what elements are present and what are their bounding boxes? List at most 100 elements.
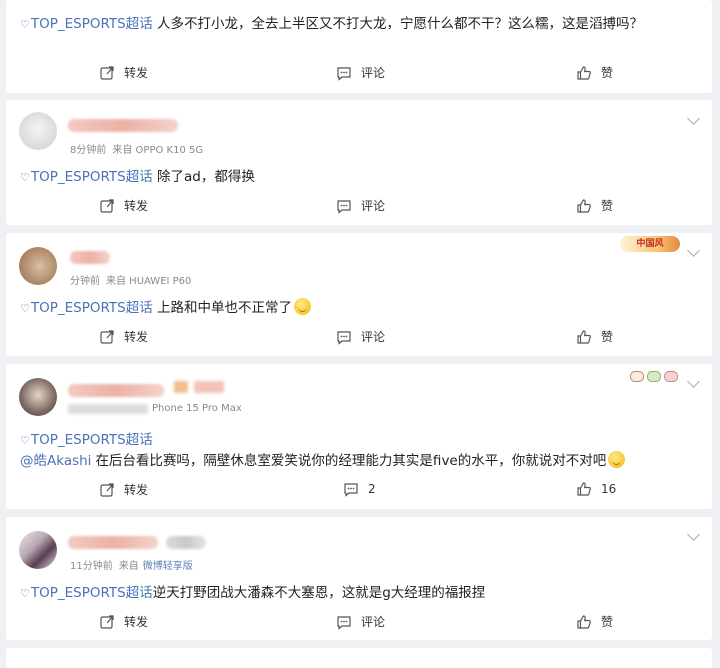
source-redacted bbox=[68, 404, 148, 414]
comment-card: ♡TOP_ESPORTS超话 人多不打小龙，全去上半区又不打大龙，宁愿什么都不干… bbox=[6, 0, 712, 93]
like-label: 赞 bbox=[601, 330, 614, 344]
diamond-icon: ♡ bbox=[20, 587, 30, 600]
comment-source-prefix: 来自 bbox=[118, 561, 139, 572]
mention-link[interactable]: @皓Akashi bbox=[20, 453, 91, 469]
comment-body: 在后台看比赛吗，隔壁休息室爱笑说你的经理能力其实是five的水平，你就说对不对吧 bbox=[95, 453, 607, 469]
comment-count: 2 bbox=[368, 482, 376, 496]
comment-text: ♡TOP_ESPORTS超话 上路和中单也不正常了 bbox=[20, 298, 698, 319]
comment-meta: Phone 15 Pro Max bbox=[152, 403, 242, 414]
comment-text: ♡TOP_ESPORTS超话 除了ad，都得换 bbox=[20, 167, 698, 188]
comment-text: ♡TOP_ESPORTS超话逆天打野团战大潘森不大塞恩，这就是g大经理的福报捏 bbox=[20, 583, 698, 604]
badge-group bbox=[630, 371, 678, 382]
like-icon bbox=[577, 198, 591, 213]
comment-meta: 8分钟前 来自 OPPO K10 5G bbox=[70, 141, 203, 156]
repost-button[interactable]: 转发 bbox=[99, 481, 148, 498]
comment-card: Phone 15 Pro Max ♡TOP_ESPORTS超话 @皓Akashi… bbox=[6, 364, 712, 509]
diamond-icon: ♡ bbox=[20, 171, 30, 184]
username-redacted[interactable] bbox=[68, 119, 178, 132]
username-redacted-extra bbox=[174, 381, 188, 393]
comment-label: 评论 bbox=[361, 199, 386, 213]
like-label: 赞 bbox=[601, 66, 614, 80]
avatar[interactable] bbox=[19, 378, 57, 416]
comment-card-partial bbox=[6, 648, 712, 668]
comment-source: Phone 15 Pro Max bbox=[152, 403, 242, 414]
repost-button[interactable]: 转发 bbox=[99, 64, 148, 81]
comment-icon bbox=[337, 330, 351, 345]
badge-icon bbox=[664, 371, 678, 382]
topic-link[interactable]: ♡TOP_ESPORTS超话 bbox=[20, 432, 153, 448]
repost-button[interactable]: 转发 bbox=[99, 613, 148, 630]
avatar[interactable] bbox=[19, 247, 57, 285]
comment-button[interactable]: 评论 bbox=[336, 197, 385, 214]
repost-icon bbox=[100, 198, 114, 213]
comment-source: 来自 OPPO K10 5G bbox=[112, 145, 204, 156]
smile-emoji-icon bbox=[294, 298, 312, 315]
like-button[interactable]: 16 bbox=[576, 481, 616, 497]
comment-card: 分钟前 来自 HUAWEI P60 中国风 ♡TOP_ESPORTS超话 上路和中… bbox=[6, 233, 712, 356]
badge-icon bbox=[630, 371, 644, 382]
laugh-emoji-icon bbox=[608, 451, 626, 468]
comment-icon bbox=[337, 199, 351, 214]
repost-icon bbox=[100, 65, 114, 80]
like-icon bbox=[577, 614, 591, 629]
repost-button[interactable]: 转发 bbox=[99, 197, 148, 214]
repost-button[interactable]: 转发 bbox=[99, 328, 148, 345]
repost-label: 转发 bbox=[124, 483, 149, 497]
topic-link[interactable]: ♡TOP_ESPORTS超话 bbox=[20, 585, 153, 601]
like-icon bbox=[577, 482, 591, 496]
like-icon bbox=[577, 329, 591, 344]
comment-text: ♡TOP_ESPORTS超话 人多不打小龙，全去上半区又不打大龙，宁愿什么都不干… bbox=[20, 14, 688, 35]
chevron-down-icon[interactable] bbox=[687, 528, 700, 541]
like-label: 赞 bbox=[601, 615, 614, 629]
fan-medal-badge: 中国风 bbox=[620, 236, 680, 252]
like-button[interactable]: 赞 bbox=[576, 197, 613, 214]
comment-body: 人多不打小龙，全去上半区又不打大龙，宁愿什么都不干？这么糯，这是滔搏吗？ bbox=[157, 16, 644, 32]
repost-icon bbox=[100, 329, 114, 344]
comment-button[interactable]: 评论 bbox=[336, 328, 385, 345]
like-count: 16 bbox=[601, 482, 617, 496]
comment-card: 8分钟前 来自 OPPO K10 5G ♡TOP_ESPORTS超话 除了ad，都… bbox=[6, 100, 712, 225]
diamond-icon: ♡ bbox=[20, 302, 30, 315]
like-button[interactable]: 赞 bbox=[576, 64, 613, 81]
topic-link[interactable]: ♡TOP_ESPORTS超话 bbox=[20, 169, 153, 185]
username-redacted[interactable] bbox=[70, 251, 110, 264]
like-label: 赞 bbox=[601, 199, 614, 213]
like-button[interactable]: 赞 bbox=[576, 613, 613, 630]
comment-button[interactable]: 评论 bbox=[336, 613, 385, 630]
repost-label: 转发 bbox=[124, 199, 149, 213]
comment-time: 8分钟前 bbox=[70, 145, 107, 156]
comment-button[interactable]: 2 bbox=[343, 481, 376, 497]
avatar[interactable] bbox=[19, 112, 57, 150]
topic-link[interactable]: ♡TOP_ESPORTS超话 bbox=[20, 300, 153, 316]
repost-label: 转发 bbox=[124, 330, 149, 344]
comment-body: 除了ad，都得换 bbox=[157, 169, 255, 185]
chevron-down-icon[interactable] bbox=[687, 244, 700, 257]
diamond-icon: ♡ bbox=[20, 18, 30, 31]
comment-source: 来自 HUAWEI P60 bbox=[106, 276, 192, 287]
chevron-down-icon[interactable] bbox=[687, 375, 700, 388]
topic-link[interactable]: ♡TOP_ESPORTS超话 bbox=[20, 16, 153, 32]
comment-source[interactable]: 微博轻享版 bbox=[143, 561, 193, 572]
comment-body: 上路和中单也不正常了 bbox=[157, 300, 293, 316]
comment-meta: 分钟前 来自 HUAWEI P60 bbox=[70, 272, 191, 287]
comment-icon bbox=[337, 66, 351, 81]
chevron-down-icon[interactable] bbox=[687, 112, 700, 125]
avatar[interactable] bbox=[19, 531, 57, 569]
comment-label: 评论 bbox=[361, 66, 386, 80]
like-icon bbox=[577, 65, 591, 80]
repost-icon bbox=[100, 614, 114, 629]
comment-text: ♡TOP_ESPORTS超话 @皓Akashi 在后台看比赛吗，隔壁休息室爱笑说你… bbox=[20, 430, 698, 471]
username-redacted-extra bbox=[194, 381, 224, 393]
comment-meta: 11分钟前 来自 微博轻享版 bbox=[70, 557, 193, 572]
username-redacted[interactable] bbox=[68, 384, 164, 397]
username-redacted[interactable] bbox=[68, 536, 158, 549]
comment-label: 评论 bbox=[361, 330, 386, 344]
repost-icon bbox=[100, 482, 114, 497]
like-button[interactable]: 赞 bbox=[576, 328, 613, 345]
repost-label: 转发 bbox=[124, 66, 149, 80]
comment-time: 分钟前 bbox=[70, 276, 100, 287]
diamond-icon: ♡ bbox=[20, 434, 30, 447]
comment-button[interactable]: 评论 bbox=[336, 64, 385, 81]
comment-body: 逆天打野团战大潘森不大塞恩，这就是g大经理的福报捏 bbox=[152, 585, 486, 601]
comment-label: 评论 bbox=[361, 615, 386, 629]
